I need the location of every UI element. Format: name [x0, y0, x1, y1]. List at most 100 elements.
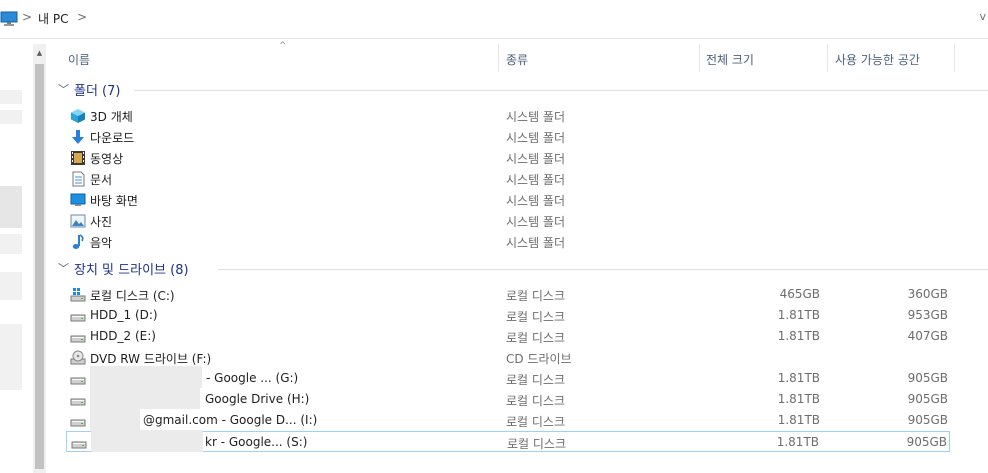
item-free-space: 905GB [907, 413, 948, 427]
column-divider[interactable] [954, 44, 955, 72]
item-free-space: 953GB [907, 308, 948, 322]
hard-drive-icon [71, 441, 87, 449]
redacted-area [90, 366, 202, 388]
list-item-videos[interactable]: 동영상 시스템 폴더 [66, 147, 950, 168]
item-total-size: 1.81TB [777, 371, 820, 385]
hard-drive-icon [70, 314, 86, 322]
video-film-icon [71, 151, 85, 165]
desktop-icon [70, 193, 86, 206]
item-free-space: 905GB [907, 371, 948, 385]
nav-item[interactable] [0, 90, 22, 104]
item-name: Google Drive (H:) [205, 392, 310, 406]
item-name: 동영상 [90, 152, 124, 166]
item-type: 로컬 디스크 [506, 331, 566, 345]
item-total-size: 1.81TB [776, 435, 819, 449]
hard-drive-icon [70, 377, 86, 385]
nav-item[interactable] [0, 186, 22, 228]
column-divider[interactable] [699, 44, 700, 72]
windows-drive-icon [70, 288, 86, 302]
chevron-down-icon[interactable]: ﹀ [58, 260, 69, 276]
list-item-drive-g[interactable]: - Google ... (G:) 로컬 디스크 1.81TB 905GB [66, 366, 950, 389]
column-header-name[interactable]: 이름 [68, 51, 90, 68]
item-type: 시스템 폴더 [506, 215, 566, 229]
group-divider-line [218, 269, 988, 270]
item-type: 로컬 디스크 [506, 394, 566, 408]
item-name: 사진 [90, 215, 113, 229]
item-type: 시스템 폴더 [506, 194, 566, 208]
item-type: 시스템 폴더 [506, 110, 566, 124]
item-type: 로컬 디스크 [506, 289, 566, 303]
list-item-drive-i[interactable]: @gmail.com - Google D... (I:) 로컬 디스크 1.8… [66, 408, 950, 431]
navigation-pane[interactable] [0, 44, 33, 473]
scrollbar-thumb[interactable] [35, 64, 44, 469]
item-total-size: 1.81TB [777, 413, 820, 427]
list-item-drive-d[interactable]: HDD_1 (D:) 로컬 디스크 1.81TB 953GB [66, 305, 950, 326]
item-type: 로컬 디스크 [506, 373, 566, 387]
item-total-size: 1.81TB [777, 329, 820, 343]
nav-item[interactable] [0, 110, 22, 124]
item-name: kr - Google... (S:) [205, 435, 308, 449]
item-name: 문서 [90, 173, 113, 187]
address-history-dropdown-button[interactable]: v [979, 10, 986, 23]
column-header-free-space[interactable]: 사용 가능한 공간 [835, 51, 920, 68]
item-free-space: 905GB [907, 392, 948, 406]
column-header-row: ^ 이름 종류 전체 크기 사용 가능한 공간 [46, 41, 988, 72]
item-name: @gmail.com - Google D... (I:) [143, 413, 318, 427]
list-item-drive-s[interactable]: kr - Google... (S:) 로컬 디스크 1.81TB 905GB [66, 430, 950, 452]
hard-drive-icon [70, 419, 86, 427]
download-arrow-icon [72, 130, 84, 144]
item-name: 로컬 디스크 (C:) [90, 289, 175, 303]
list-item-desktop[interactable]: 바탕 화면 시스템 폴더 [66, 189, 950, 210]
breadcrumb-separator[interactable]: > [77, 10, 87, 24]
item-name: 3D 개체 [90, 110, 133, 124]
hard-drive-icon [70, 335, 86, 343]
nav-item[interactable] [0, 234, 22, 254]
item-type: CD 드라이브 [506, 352, 572, 366]
hard-drive-icon [70, 398, 86, 406]
list-item-drive-c[interactable]: 로컬 디스크 (C:) 로컬 디스크 465GB 360GB [66, 284, 950, 305]
address-bar[interactable]: > 내 PC > v [0, 0, 988, 39]
list-item-3d-objects[interactable]: 3D 개체 시스템 폴더 [66, 105, 950, 126]
column-divider[interactable] [827, 44, 828, 72]
column-header-total-size[interactable]: 전체 크기 [706, 51, 754, 68]
item-name: 다운로드 [90, 131, 135, 145]
nav-item[interactable] [0, 324, 22, 390]
list-item-documents[interactable]: 문서 시스템 폴더 [66, 168, 950, 189]
document-icon [72, 171, 85, 187]
group-label: 폴더 (7) [74, 84, 121, 99]
list-item-drive-f[interactable]: DVD RW 드라이브 (F:) CD 드라이브 [66, 347, 950, 368]
list-item-drive-h[interactable]: Google Drive (H:) 로컬 디스크 1.81TB 905GB [66, 387, 950, 410]
item-type: 로컬 디스크 [507, 437, 567, 451]
item-name: DVD RW 드라이브 (F:) [90, 352, 212, 366]
nav-pane-scrollbar[interactable]: ▲ [33, 44, 46, 473]
redacted-area [91, 430, 203, 452]
breadcrumb-this-pc[interactable]: 내 PC [38, 10, 68, 27]
list-item-pictures[interactable]: 사진 시스템 폴더 [66, 210, 950, 231]
group-header-drives[interactable]: ﹀ 장치 및 드라이브 (8) [58, 259, 988, 279]
item-type: 로컬 디스크 [506, 415, 566, 429]
item-type: 로컬 디스크 [506, 310, 566, 324]
column-header-type[interactable]: 종류 [506, 51, 528, 68]
list-item-drive-e[interactable]: HDD_2 (E:) 로컬 디스크 1.81TB 407GB [66, 326, 950, 347]
item-total-size: 1.81TB [777, 392, 820, 406]
list-item-music[interactable]: 음악 시스템 폴더 [66, 231, 950, 252]
list-item-downloads[interactable]: 다운로드 시스템 폴더 [66, 126, 950, 147]
breadcrumb-separator[interactable]: > [22, 10, 32, 24]
item-name: 음악 [90, 236, 113, 250]
chevron-down-icon[interactable]: ﹀ [58, 81, 69, 97]
scroll-up-arrow-icon[interactable]: ▲ [33, 44, 46, 61]
redacted-area [90, 408, 140, 430]
item-type: 시스템 폴더 [506, 152, 566, 166]
music-note-icon [72, 234, 84, 249]
nav-item[interactable] [0, 272, 22, 300]
group-label: 장치 및 드라이브 (8) [74, 263, 189, 278]
group-divider-line [134, 90, 988, 91]
item-total-size: 465GB [779, 287, 820, 301]
dvd-drive-icon [70, 350, 86, 365]
item-name: HDD_2 (E:) [90, 329, 156, 343]
item-free-space: 360GB [907, 287, 948, 301]
column-divider[interactable] [498, 44, 499, 72]
item-total-size: 1.81TB [777, 308, 820, 322]
group-header-folders[interactable]: ﹀ 폴더 (7) [58, 80, 988, 100]
3d-objects-icon [71, 109, 85, 123]
